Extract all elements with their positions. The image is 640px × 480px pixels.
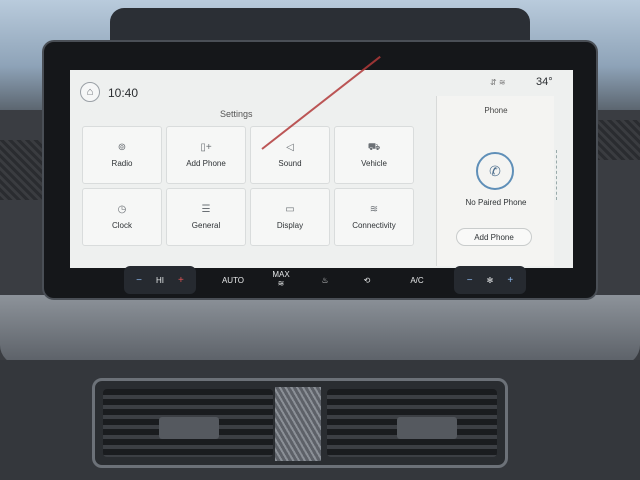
left-vent[interactable]: [103, 389, 273, 457]
vehicle-icon: ⛟: [367, 141, 381, 153]
radio-icon: ⊚: [117, 141, 127, 153]
fan-minus-button[interactable]: −: [136, 275, 142, 286]
settings-title: Settings: [220, 109, 253, 119]
outside-temperature: 34°: [536, 76, 553, 88]
center-air-vents: [92, 378, 508, 468]
tile-vehicle[interactable]: ⛟ Vehicle: [334, 126, 414, 184]
tile-general[interactable]: ☰ General: [166, 188, 246, 246]
fan-icon: ✻: [486, 275, 494, 285]
add-phone-button[interactable]: Add Phone: [456, 228, 532, 246]
fan-decrease-button[interactable]: −: [467, 275, 473, 286]
status-bar: ⌂ 10:40 ⇵ ≋ 34°: [70, 70, 573, 102]
phone-panel: Phone ✆ No Paired Phone Add Phone: [436, 96, 554, 266]
add-phone-icon: ▯+: [200, 141, 212, 153]
recirculate-icon: ⟲: [363, 275, 371, 285]
tile-clock[interactable]: ◷ Clock: [82, 188, 162, 246]
tile-label: Clock: [111, 220, 132, 230]
seat-heat-button[interactable]: ♨: [312, 266, 338, 294]
tile-label: Vehicle: [361, 158, 387, 168]
heated-seat-icon: ♨: [321, 275, 329, 285]
tile-label: Add Phone: [186, 158, 226, 168]
fan-level: HI: [156, 275, 164, 285]
right-vent-tab[interactable]: [397, 417, 457, 439]
ac-label: A/C: [410, 275, 424, 285]
auto-label: AUTO: [221, 275, 245, 285]
tile-radio[interactable]: ⊚ Radio: [82, 126, 162, 184]
display-icon: ▭: [285, 203, 295, 215]
tile-label: Connectivity: [352, 220, 396, 230]
clock-icon: ◷: [117, 203, 127, 215]
panel-scroll-indicator: [556, 150, 557, 200]
vent-divider: [275, 387, 321, 461]
left-vent-tab[interactable]: [159, 417, 219, 439]
recirculate-button[interactable]: ⟲: [354, 266, 380, 294]
clock-time: 10:40: [108, 86, 139, 100]
phone-title: Phone: [484, 106, 508, 115]
tile-label: Radio: [111, 158, 133, 168]
defrost-icon: ≋: [277, 279, 285, 288]
fan-speed-control: − HI +: [124, 266, 196, 294]
temp-plus-button[interactable]: +: [178, 275, 184, 286]
tile-display[interactable]: ▭ Display: [250, 188, 330, 246]
fan-control: − ✻ +: [454, 266, 526, 294]
max-defrost-button[interactable]: MAX ≋: [266, 266, 296, 294]
tile-add-phone[interactable]: ▯+ Add Phone: [166, 126, 246, 184]
tile-sound[interactable]: ◁ Sound: [250, 126, 330, 184]
fan-increase-button[interactable]: +: [507, 275, 513, 286]
right-speaker-grille: [596, 120, 640, 160]
tile-label: General: [191, 220, 221, 230]
phone-icon: ✆: [476, 152, 514, 190]
dashboard-trim: [0, 295, 640, 365]
tile-label: Display: [276, 220, 304, 230]
auto-button[interactable]: AUTO: [216, 266, 250, 294]
home-button[interactable]: ⌂: [80, 82, 100, 102]
sound-icon: ◁: [286, 141, 294, 153]
tile-connectivity[interactable]: ≋ Connectivity: [334, 188, 414, 246]
home-icon: ⌂: [86, 86, 94, 98]
right-vent[interactable]: [327, 389, 497, 457]
status-icons: ⇵ ≋: [490, 78, 506, 87]
ac-button[interactable]: A/C: [402, 266, 432, 294]
general-icon: ☰: [201, 203, 211, 215]
no-paired-phone-text: No Paired Phone: [465, 198, 527, 207]
climate-bar: − HI + AUTO MAX ≋ ♨ ⟲ A/C − ✻ +: [120, 266, 530, 294]
tile-label: Sound: [278, 158, 302, 168]
wifi-icon: ≋: [369, 203, 379, 215]
